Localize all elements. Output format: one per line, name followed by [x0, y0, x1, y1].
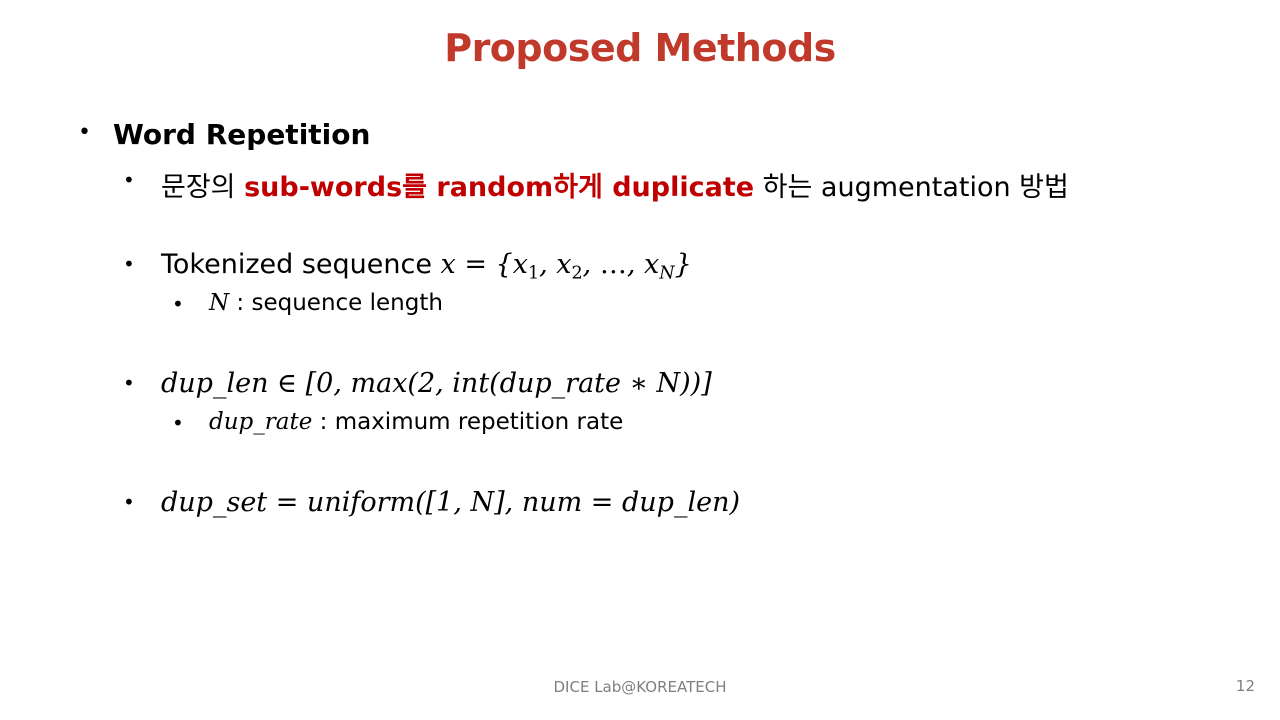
dup-len-formula: dup_len ∈ [0, max(2, int(dup_rate ∗ N))] [161, 368, 712, 399]
n-symbol: N [209, 290, 230, 316]
dup-rate-symbol: dup_rate [209, 409, 313, 435]
dup-set-formula: dup_set = uniform([1, N], num = dup_len) [161, 487, 740, 518]
n-description: : sequence length [229, 290, 443, 316]
description-highlight: sub-words를 random하게 duplicate [244, 172, 755, 203]
tokenized-formula: x = {x1, x2, …, xN} [440, 249, 692, 284]
bullet-dot: • [123, 168, 135, 192]
description-text: 문장의 sub-words를 random하게 duplicate 하는 aug… [161, 165, 1069, 204]
bullet-dot: • [123, 252, 135, 276]
description-suffix: 하는 augmentation 방법 [754, 172, 1069, 203]
bullet-dot: • [172, 292, 184, 316]
bullet-heading: Word Repetition [113, 118, 371, 151]
n-definition-text: N : sequence length [209, 290, 443, 316]
tokenized-text: Tokenized sequence x = {x1, x2, …, xN} [161, 249, 692, 283]
dup-rate-text: dup_rate : maximum repetition rate [209, 409, 623, 435]
bullet-dot: • [172, 411, 184, 435]
dup-rate-description: : maximum repetition rate [312, 409, 624, 435]
footer-lab-name: DICE Lab@KOREATECH [553, 678, 727, 696]
bullet-dot: • [123, 371, 135, 395]
page-number: 12 [1235, 677, 1255, 695]
tokenized-prefix: Tokenized sequence [161, 249, 441, 280]
bullet-dot: • [123, 490, 135, 514]
slide-title: Proposed Methods [444, 26, 836, 70]
description-prefix: 문장의 [161, 172, 245, 203]
bullet-dot: • [78, 120, 91, 145]
